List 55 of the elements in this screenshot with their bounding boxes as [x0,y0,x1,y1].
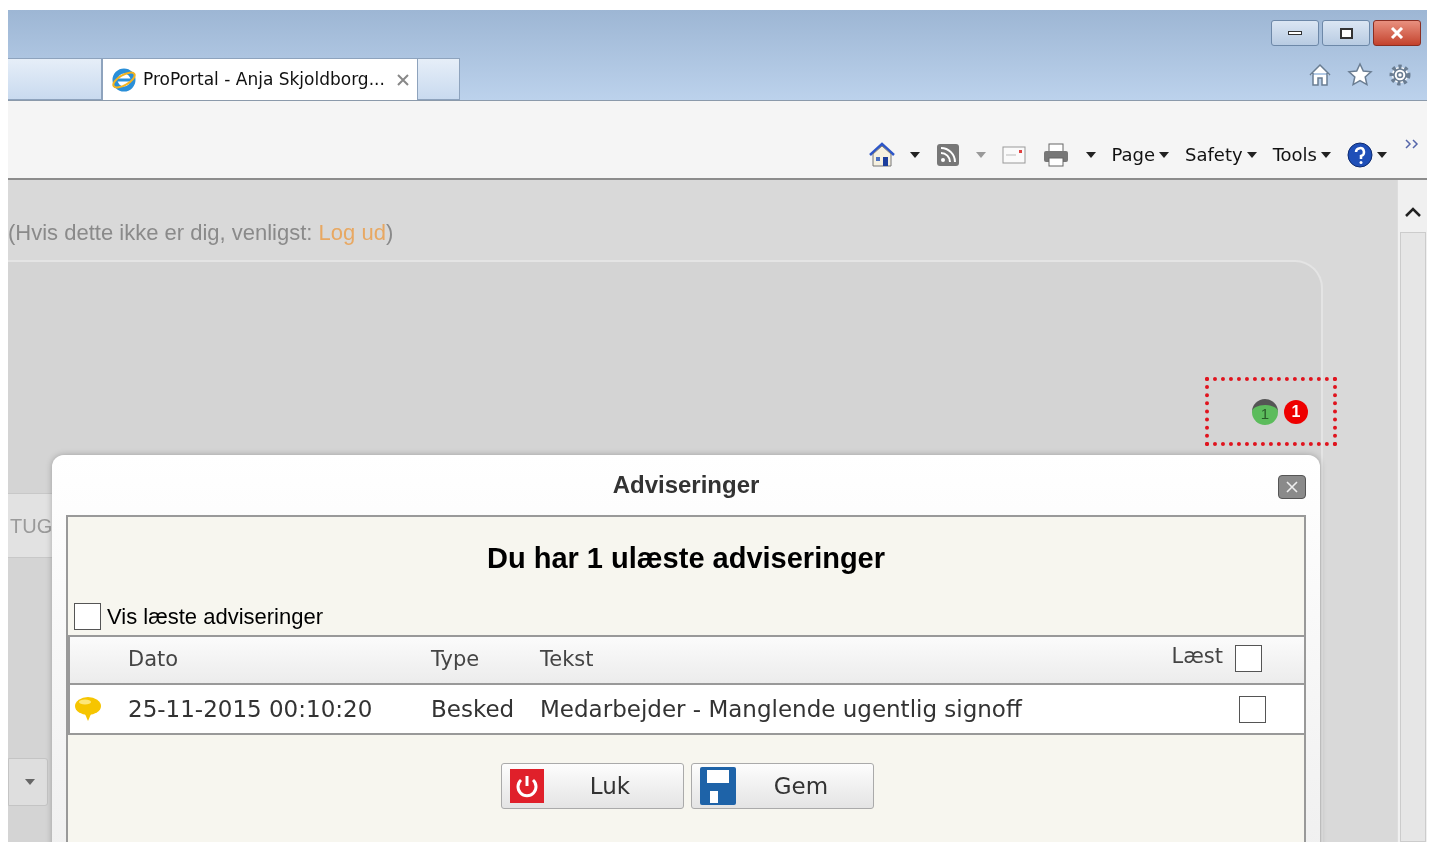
dialog-title: Adviseringer [612,470,760,500]
notification-highlight[interactable]: 1 1 [1205,377,1337,446]
chevron-icon[interactable] [1405,139,1419,149]
home-icon[interactable] [1307,62,1333,88]
help-icon[interactable] [1347,141,1373,168]
home-icon[interactable] [867,141,896,168]
command-menu[interactable]: Page [1111,141,1170,168]
printer-icon[interactable] [1041,141,1070,168]
scroll-up-icon[interactable] [1403,206,1422,218]
command-menu[interactable]: Safety [1185,141,1257,168]
minimize-button[interactable] [1271,20,1319,46]
tab-title: ProPortal - Anja Skjoldborg... [143,67,385,91]
caret-icon [975,151,986,158]
caret-icon [1159,151,1170,158]
restore-button[interactable] [1322,20,1370,46]
close-icon [1286,481,1298,493]
browser-tab[interactable]: ProPortal - Anja Skjoldborg... [102,58,418,100]
column-header: Type [431,646,481,674]
browser-logo-icon [111,66,137,93]
settings-icon[interactable] [1387,62,1413,88]
close-icon [1390,27,1404,39]
caret-icon [1321,151,1331,158]
checkbox[interactable] [1235,644,1262,672]
caret-icon [909,151,920,158]
command-menu[interactable]: Tools [1272,141,1331,168]
column-header: Læst [1171,643,1223,671]
close-button[interactable] [1373,20,1421,46]
checkbox[interactable] [74,602,101,630]
column-header: Tekst [540,646,595,674]
checkbox-label: Vis læste adviseringer [107,602,324,631]
close-button[interactable]: Luk [500,763,684,809]
caret-icon [1377,151,1387,158]
scrollbar-thumb[interactable] [1399,232,1426,842]
column-header: Dato [128,646,180,674]
notification-count: 1 [1252,398,1278,425]
close-icon[interactable] [396,73,409,86]
caret-icon [1085,151,1096,158]
table-cell-text: Besked [431,694,516,724]
close-button[interactable] [1278,475,1306,499]
caret-icon [25,779,35,785]
save-button[interactable]: Gem [690,763,874,809]
restore-icon [1339,27,1353,39]
table-cell-text: Medarbejder - Manglende ugentlig signoff [540,694,1024,724]
rss-feed-icon[interactable] [935,142,960,167]
star-icon[interactable] [1347,62,1373,88]
checkbox[interactable] [1239,695,1266,723]
caret-icon [1246,151,1257,158]
table-row[interactable]: 25-11-2015 00:10:20 Besked Medarbejder - Manglende ugentlig signoff [70,685,1304,733]
speech-bubble-icon [74,696,102,722]
logout-notice: (Hvis dette ikke er dig, venligst: Log ud) [8,220,394,245]
power-icon [509,769,544,803]
dialog-heading: Du har 1 ulæste adviseringer [486,541,886,577]
table-cell-text: 25-11-2015 00:10:20 [128,694,374,724]
minimize-icon [1288,31,1302,35]
notification-badge: 1 [1284,399,1308,424]
